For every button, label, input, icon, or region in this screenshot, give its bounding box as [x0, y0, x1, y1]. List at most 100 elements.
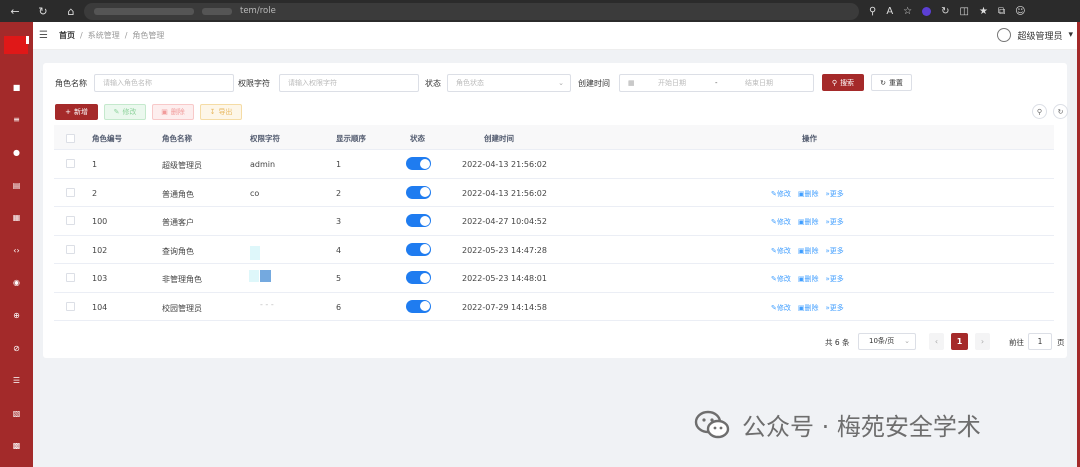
key-icon[interactable]: ⚲: [869, 6, 876, 17]
breadcrumb-home[interactable]: 首页: [59, 30, 75, 41]
hamburger-icon[interactable]: ☰: [39, 30, 51, 41]
refresh-icon: ↻: [1057, 107, 1064, 116]
row-edit-link[interactable]: ✎修改: [771, 246, 791, 256]
edit-button[interactable]: ✎ 修改: [104, 104, 146, 120]
row-more-link[interactable]: »更多: [826, 217, 844, 227]
status-toggle[interactable]: [406, 299, 431, 313]
row-delete-link[interactable]: ▣删除: [798, 217, 819, 227]
status-select[interactable]: 角色状态 ⌄: [447, 74, 571, 92]
target-icon[interactable]: ◉: [12, 279, 21, 287]
book-icon[interactable]: ▧: [12, 410, 21, 418]
page-suffix: 页: [1057, 338, 1065, 347]
row-checkbox[interactable]: [66, 216, 75, 225]
row-checkbox[interactable]: [66, 159, 75, 168]
refresh-table-button[interactable]: ↻: [1053, 104, 1068, 119]
breadcrumb-role: 角色管理: [132, 31, 165, 40]
row-checkbox[interactable]: [66, 187, 75, 197]
role-name-input[interactable]: 请输入角色名称: [94, 74, 234, 92]
row-more-link[interactable]: »更多: [826, 303, 844, 313]
date-separator: -: [715, 79, 718, 87]
status-toggle[interactable]: [406, 157, 431, 170]
ban-icon[interactable]: ⊘: [12, 345, 21, 353]
export-button[interactable]: ↧ 导出: [200, 104, 242, 120]
table-header: 角色编号 角色名称 权限字符 显示顺序 状态 创建时间 操作: [54, 125, 1054, 150]
delete-button[interactable]: ▣ 删除: [152, 104, 194, 120]
browser-toolbar: ← ↻ ⌂ tem/role ⚲ A ☆ ↻ ◫ ★ ⧉ ☺: [0, 0, 1080, 22]
logo-mark: [26, 36, 29, 44]
row-operations: ✎修改 ▣删除 »更多: [771, 303, 844, 313]
role-name: 超级管理员: [162, 161, 202, 170]
read-aloud-icon[interactable]: A: [886, 6, 893, 17]
prev-page-button[interactable]: ‹: [929, 333, 944, 350]
end-date: 结束日期: [745, 79, 773, 87]
status-toggle[interactable]: [406, 271, 431, 284]
log-icon[interactable]: ▤: [12, 182, 21, 190]
plus-circle-icon[interactable]: ⊕: [12, 312, 21, 320]
row-more-link[interactable]: »更多: [826, 274, 844, 284]
reload-icon[interactable]: ↻: [36, 5, 50, 18]
download-icon: ↧: [209, 108, 216, 116]
address-bar[interactable]: tem/role: [84, 2, 859, 20]
reset-button[interactable]: ↻ 重置: [871, 74, 912, 91]
dashboard-icon[interactable]: ■: [12, 84, 21, 92]
row-more-link[interactable]: »更多: [826, 246, 844, 256]
home-icon[interactable]: ⌂: [64, 5, 78, 18]
toggle-search-button[interactable]: ⚲: [1032, 104, 1047, 119]
search-icon: ⚲: [1036, 107, 1043, 116]
edit-icon: ✎: [113, 108, 120, 116]
search-form: 角色名称 请输入角色名称 权限字符 请输入权限字符 状态 角色状态 ⌄ 创建时间…: [54, 74, 1064, 92]
page-number-current[interactable]: 1: [951, 333, 968, 350]
caret-down-icon: ▾: [1068, 30, 1073, 40]
date-range-picker[interactable]: ▦ 开始日期 - 结束日期: [619, 74, 814, 92]
col-order: 显示顺序: [336, 134, 366, 143]
system-icon[interactable]: ≡: [12, 116, 21, 124]
page-size-value: 10条/页: [869, 337, 895, 345]
col-role-id: 角色编号: [92, 134, 122, 143]
refresh-extension-icon[interactable]: ↻: [941, 6, 949, 17]
favorite-star-icon[interactable]: ☆: [903, 6, 912, 17]
search-button[interactable]: ⚲ 搜索: [822, 74, 864, 91]
page-size-select[interactable]: 10条/页 ⌄: [858, 333, 916, 350]
row-delete-link[interactable]: ▣删除: [798, 246, 819, 256]
status-toggle[interactable]: [406, 242, 431, 256]
next-page-button[interactable]: ›: [975, 333, 990, 350]
table-icon[interactable]: ▦: [12, 214, 21, 222]
extension-icon[interactable]: [922, 6, 932, 16]
role-id: 102: [92, 245, 108, 255]
row-delete-link[interactable]: ▣删除: [798, 189, 819, 199]
split-screen-icon[interactable]: ◫: [960, 6, 969, 17]
file-icon[interactable]: ▩: [12, 442, 21, 450]
row-checkbox[interactable]: [66, 273, 75, 282]
status-toggle[interactable]: [406, 214, 431, 227]
perm-input[interactable]: 请输入权限字符: [279, 74, 419, 92]
pagination: 共 6 条 10条/页 ⌄ ‹ 1 › 前往 1 页: [825, 333, 1065, 350]
row-edit-link[interactable]: ✎修改: [771, 189, 791, 199]
row-checkbox[interactable]: [66, 244, 75, 254]
profile-icon[interactable]: ☺: [1015, 6, 1025, 17]
user-icon[interactable]: ●: [12, 149, 21, 157]
goto-page-input[interactable]: 1: [1028, 333, 1052, 350]
avatar-icon: [997, 28, 1012, 42]
row-delete-link[interactable]: ▣删除: [798, 274, 819, 284]
role-order: 3: [336, 217, 342, 226]
row-edit-link[interactable]: ✎修改: [771, 274, 791, 284]
select-all-checkbox[interactable]: [66, 134, 75, 143]
row-checkbox[interactable]: [66, 301, 75, 311]
user-menu[interactable]: 超级管理员 ▾: [997, 28, 1073, 42]
sidebar: ■ ≡ ● ▤ ▦ ‹› ◉ ⊕ ⊘ ☰ ▧ ▩: [0, 22, 33, 467]
add-button[interactable]: + 新增: [55, 104, 98, 120]
code-icon[interactable]: ‹›: [12, 247, 21, 255]
search-icon: ⚲: [831, 78, 838, 87]
row-delete-link[interactable]: ▣删除: [798, 303, 819, 313]
table-row: 1 超级管理员 admin 1 2022-04-13 21:56:02: [54, 150, 1054, 179]
status-toggle[interactable]: [406, 185, 431, 199]
row-edit-link[interactable]: ✎修改: [771, 217, 791, 227]
back-icon[interactable]: ←: [8, 5, 22, 18]
collections-icon[interactable]: ⧉: [998, 6, 1005, 17]
role-id: 2: [92, 188, 98, 198]
list-icon[interactable]: ☰: [12, 377, 21, 385]
role-name-label: 角色名称: [55, 79, 87, 88]
row-edit-link[interactable]: ✎修改: [771, 303, 791, 313]
row-more-link[interactable]: »更多: [826, 189, 844, 199]
favorites-icon[interactable]: ★: [979, 6, 988, 17]
